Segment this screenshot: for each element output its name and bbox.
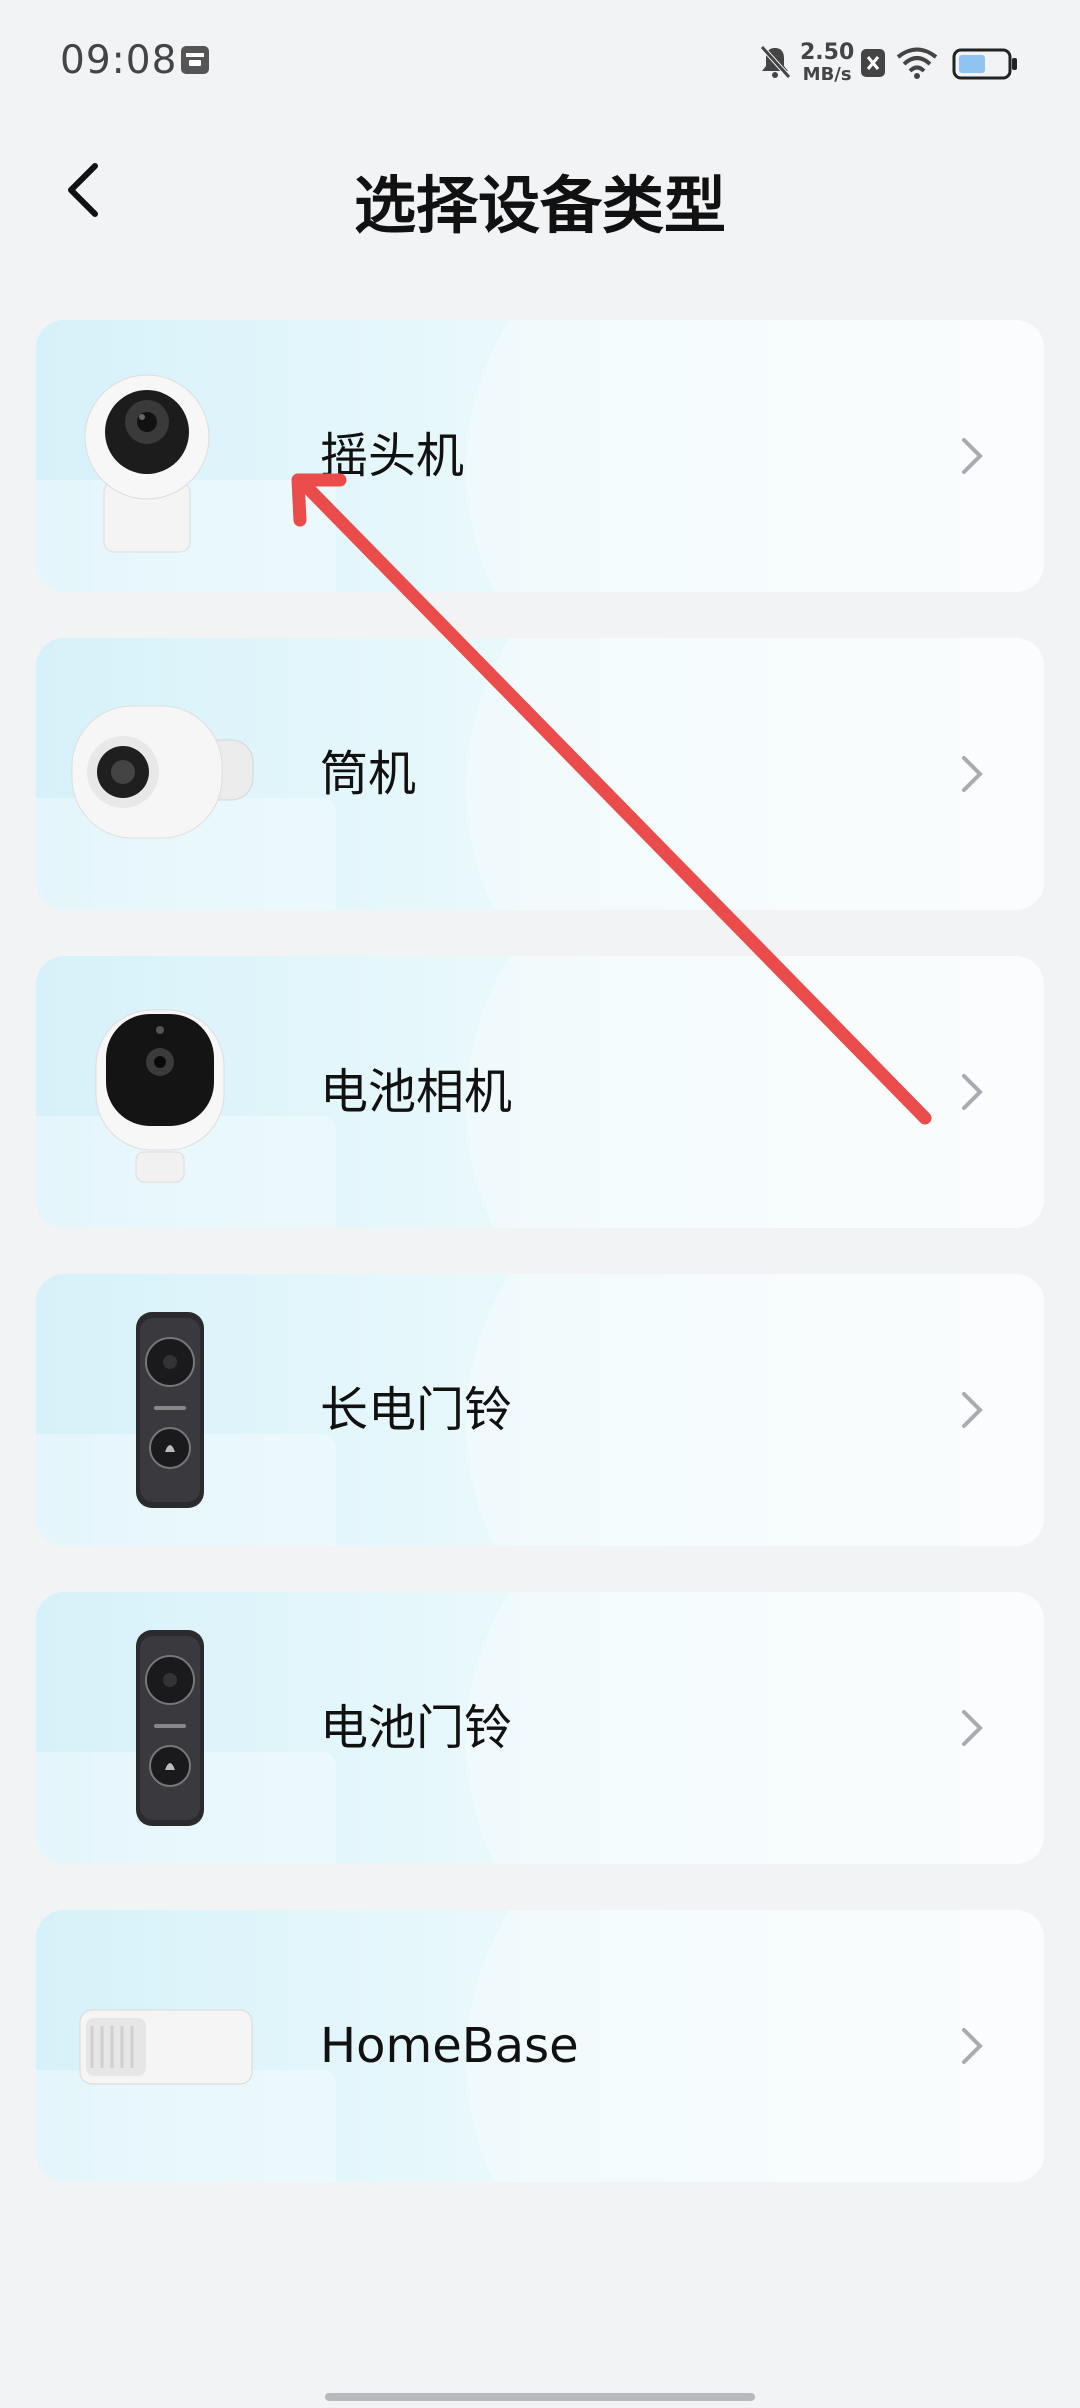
notification-icon: [181, 46, 209, 74]
battery-icon: [952, 48, 1017, 80]
wifi-icon: [896, 47, 938, 79]
ptz-camera-icon: [84, 374, 210, 553]
device-card-wired-doorbell[interactable]: 长电门铃: [36, 1274, 1044, 1546]
device-card-ptz-camera[interactable]: 摇头机: [36, 320, 1044, 592]
network-speed-unit: MB/s: [802, 64, 852, 85]
chevron-right-icon: [962, 756, 983, 792]
device-card-battery-camera[interactable]: 电池相机: [36, 956, 1044, 1228]
chevron-right-icon: [962, 2028, 983, 2064]
homebase-icon: [79, 2009, 253, 2085]
device-label: 长电门铃: [320, 1382, 513, 1438]
chevron-right-icon: [962, 1710, 983, 1746]
network-speed: 2.50 MB/s: [800, 42, 854, 86]
device-label: 电池相机: [320, 1064, 513, 1120]
device-card-bullet-camera[interactable]: 筒机: [36, 638, 1044, 910]
chevron-right-icon: [962, 1392, 983, 1428]
battery-camera-icon: [95, 1009, 225, 1183]
device-label: 筒机: [320, 746, 417, 802]
doorbell-icon: [136, 1312, 204, 1508]
device-card-battery-doorbell[interactable]: 电池门铃: [36, 1592, 1044, 1864]
status-time: 09:08: [60, 38, 178, 83]
chevron-right-icon: [962, 1074, 983, 1110]
status-bar: 09:08 2.50 MB/s: [0, 0, 1080, 125]
mute-icon: [760, 45, 791, 79]
home-indicator[interactable]: [325, 2393, 755, 2401]
device-card-homebase[interactable]: HomeBase: [36, 1910, 1044, 2182]
device-label: 电池门铃: [320, 1700, 513, 1756]
network-speed-value: 2.50: [800, 40, 855, 65]
x-badge-icon: [861, 49, 885, 77]
page-title: 选择设备类型: [353, 169, 726, 242]
doorbell-icon: [136, 1630, 204, 1826]
device-label: HomeBase: [320, 2018, 579, 2074]
device-label: 摇头机: [320, 428, 465, 484]
chevron-right-icon: [962, 438, 983, 474]
bullet-camera-icon: [71, 705, 254, 839]
